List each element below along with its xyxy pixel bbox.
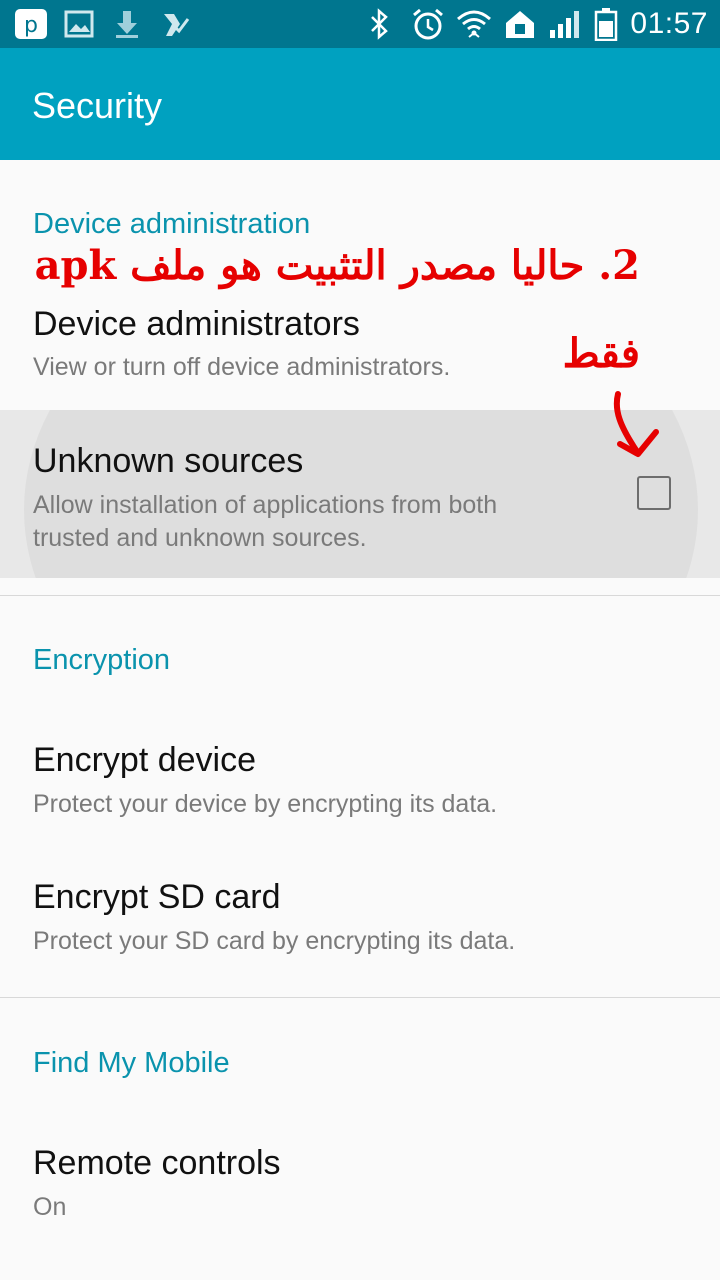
annotation-text-line2: فقط: [562, 330, 640, 377]
bluetooth-icon: [366, 8, 392, 40]
notification-app-icon: p: [14, 8, 48, 40]
divider: [0, 997, 720, 998]
alarm-icon: [410, 8, 446, 40]
divider: [0, 595, 720, 596]
encrypt-sd-card-title: Encrypt SD card: [33, 878, 281, 916]
remote-controls-title: Remote controls: [33, 1144, 281, 1182]
battery-icon: [594, 8, 618, 41]
wifi-icon: [455, 8, 493, 40]
page-title: Security: [32, 85, 163, 126]
encrypt-device-title: Encrypt device: [33, 741, 256, 779]
section-header-encryption: Encryption: [33, 644, 171, 676]
encrypt-sd-card-item[interactable]: Encrypt SD card Protect your SD card by …: [0, 862, 720, 982]
unknown-sources-subtitle-line2: trusted and unknown sources.: [33, 524, 367, 552]
image-icon: [64, 8, 94, 40]
device-administrators-title: Device administrators: [33, 305, 360, 343]
download-icon: [113, 8, 141, 40]
remote-controls-item[interactable]: Remote controls On: [0, 1128, 720, 1248]
unknown-sources-subtitle-line1: Allow installation of applications from …: [33, 491, 498, 519]
remote-controls-subtitle: On: [33, 1193, 67, 1221]
annotation-arrow-icon: [613, 391, 659, 457]
encrypt-device-item[interactable]: Encrypt device Protect your device by en…: [0, 725, 720, 845]
unknown-sources-checkbox[interactable]: [637, 476, 671, 510]
status-time: 01:57: [630, 7, 708, 40]
check-icon: [160, 8, 190, 40]
home-icon: [504, 8, 536, 40]
unknown-sources-title: Unknown sources: [33, 442, 304, 480]
annotation-text-line1: 2. حاليا مصدر التثبيت هو ملف apk: [34, 242, 640, 289]
section-header-find-my-mobile: Find My Mobile: [33, 1047, 230, 1079]
svg-text:p: p: [24, 13, 38, 38]
status-bar: p 01:57: [0, 0, 720, 48]
app-bar: Security: [0, 48, 720, 160]
section-header-device-administration: Device administration: [33, 208, 311, 240]
encrypt-sd-card-subtitle: Protect your SD card by encrypting its d…: [33, 927, 516, 955]
signal-icon: [548, 8, 584, 40]
device-administrators-subtitle: View or turn off device administrators.: [33, 353, 451, 381]
encrypt-device-subtitle: Protect your device by encrypting its da…: [33, 790, 498, 818]
